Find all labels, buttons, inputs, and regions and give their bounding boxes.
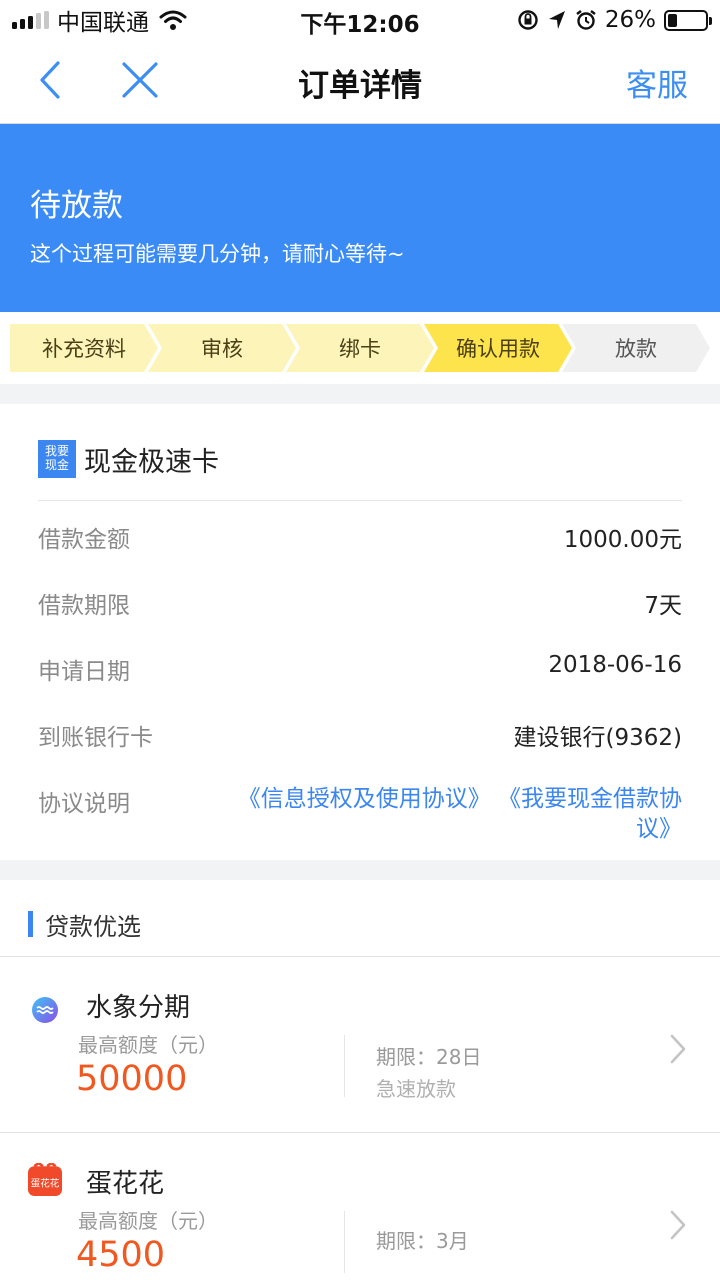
chevron-right-icon bbox=[670, 1210, 686, 1240]
navigation-bar: 订单详情 客服 bbox=[0, 40, 720, 124]
loan-feature: 急速放款 bbox=[376, 1077, 456, 1101]
limit-label: 最高额度（元） bbox=[78, 1209, 218, 1233]
loan-agreement-link[interactable]: 《我要现金借款协议》 bbox=[498, 786, 682, 842]
row-label: 到账银行卡 bbox=[38, 725, 153, 751]
recommend-section: 贷款优选 水象分期 最高额度（元） 50000 期限：28日 急速放款 蛋花花 … bbox=[0, 880, 720, 1280]
divider bbox=[38, 500, 682, 501]
row-value: 建设银行(9362) bbox=[513, 725, 682, 751]
location-icon bbox=[548, 11, 565, 29]
page-title: 订单详情 bbox=[298, 68, 422, 104]
rotation-lock-icon bbox=[518, 10, 538, 30]
chevron-right-icon bbox=[670, 1034, 686, 1064]
separator bbox=[344, 1211, 345, 1273]
status-bar: 中国联通 下午12:06 26% bbox=[0, 0, 720, 40]
loan-item[interactable]: 蛋花花 蛋花花 最高额度（元） 4500 期限：3月 bbox=[0, 1133, 720, 1280]
order-card: 我要 现金 现金极速卡 借款金额 1000.00元 借款期限 7天 申请日期 20… bbox=[0, 404, 720, 860]
status-banner: 待放款 这个过程可能需要几分钟，请耐心等待~ bbox=[0, 124, 720, 312]
limit-amount: 4500 bbox=[76, 1235, 166, 1275]
loan-term: 期限：3月 bbox=[376, 1229, 469, 1253]
info-authorization-agreement-link[interactable]: 《信息授权及使用协议》 bbox=[238, 786, 491, 812]
loan-name: 水象分期 bbox=[86, 993, 191, 1023]
back-icon[interactable] bbox=[30, 60, 70, 100]
limit-amount: 50000 bbox=[76, 1059, 188, 1099]
agreement-links: 《信息授权及使用协议》 《我要现金借款协议》 bbox=[222, 784, 682, 844]
row-value: 7天 bbox=[644, 593, 682, 619]
battery-percent: 26% bbox=[604, 7, 656, 33]
section-marker bbox=[28, 911, 33, 937]
bank-card-row: 到账银行卡 建设银行(9362) bbox=[38, 718, 682, 758]
row-label: 协议说明 bbox=[38, 791, 130, 817]
loan-term-row: 借款期限 7天 bbox=[38, 586, 682, 626]
water-drop-icon bbox=[32, 997, 58, 1023]
step-supplement-info: 补充资料 bbox=[10, 324, 158, 372]
step-bind-card: 绑卡 bbox=[286, 324, 434, 372]
loan-amount-row: 借款金额 1000.00元 bbox=[38, 520, 682, 560]
separator bbox=[344, 1035, 345, 1097]
customer-service-button[interactable]: 客服 bbox=[626, 60, 688, 105]
row-label: 申请日期 bbox=[38, 659, 130, 685]
close-icon[interactable] bbox=[118, 60, 162, 100]
limit-label: 最高额度（元） bbox=[78, 1033, 218, 1057]
row-label: 借款金额 bbox=[38, 527, 130, 553]
loan-item[interactable]: 水象分期 最高额度（元） 50000 期限：28日 急速放款 bbox=[0, 957, 720, 1133]
battery-icon bbox=[664, 9, 712, 31]
alarm-icon bbox=[576, 10, 596, 30]
row-label: 借款期限 bbox=[38, 593, 130, 619]
product-logo: 我要 现金 bbox=[38, 440, 76, 478]
order-status-subtitle: 这个过程可能需要几分钟，请耐心等待~ bbox=[30, 242, 405, 266]
section-title: 贷款优选 bbox=[45, 912, 141, 941]
loan-name: 蛋花花 bbox=[86, 1169, 165, 1199]
row-value: 1000.00元 bbox=[563, 527, 682, 553]
row-value: 2018-06-16 bbox=[548, 652, 682, 678]
step-review: 审核 bbox=[148, 324, 296, 372]
product-name: 现金极速卡 bbox=[84, 447, 219, 478]
order-status-title: 待放款 bbox=[30, 188, 123, 224]
svg-text:蛋花花: 蛋花花 bbox=[31, 1177, 60, 1189]
apply-date-row: 申请日期 2018-06-16 bbox=[38, 652, 682, 692]
step-disburse: 放款 bbox=[562, 324, 710, 372]
danhuahua-logo-icon: 蛋花花 bbox=[28, 1163, 62, 1196]
step-confirm-use: 确认用款 bbox=[424, 324, 572, 372]
progress-steps: 补充资料 审核 绑卡 确认用款 放款 bbox=[0, 312, 720, 384]
loan-term: 期限：28日 bbox=[376, 1045, 482, 1069]
